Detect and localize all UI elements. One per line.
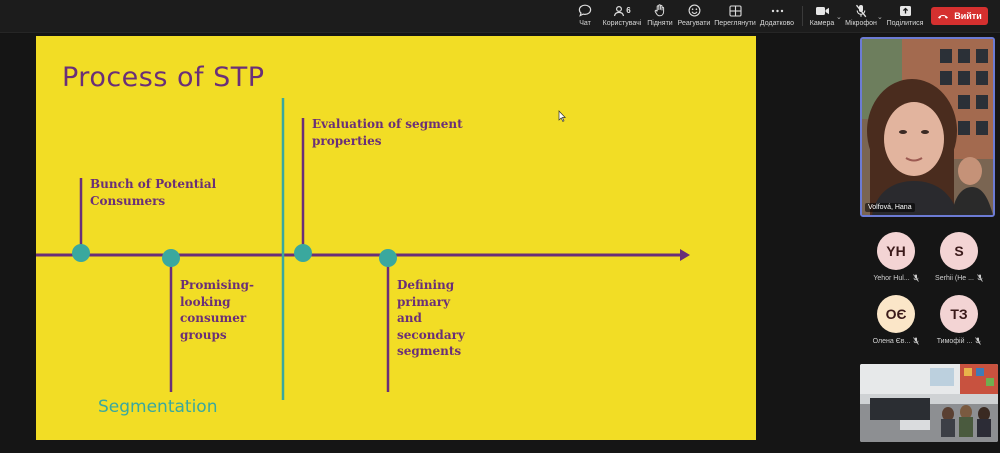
timeline-arrowhead: [680, 249, 690, 261]
label-line: Defining: [397, 278, 455, 292]
label-defining-segments: Defining primary and secondary segments: [397, 277, 465, 360]
mouse-cursor-icon: [558, 110, 566, 122]
camera-label: Камера: [809, 20, 835, 27]
classroom-video-frame: [860, 364, 998, 442]
toolbar-divider: [802, 6, 803, 26]
leave-button[interactable]: Вийти: [931, 7, 988, 25]
participants-panel: Volfová, Hana YH Yehor Hul... S Serhii (…: [850, 34, 1000, 453]
avatar: ОЄ: [877, 295, 915, 333]
participant-tile[interactable]: ТЗ Тимофій ...: [928, 295, 990, 353]
smile-icon: [688, 2, 701, 19]
more-label: Додатково: [759, 20, 795, 27]
label-bunch-of-potential-consumers: Bunch of Potential Consumers: [90, 176, 216, 209]
participant-name-row: Yehor Hul...: [865, 274, 927, 282]
chat-button[interactable]: Чат: [573, 2, 597, 32]
microphone-label: Мікрофон: [845, 20, 877, 27]
camera-button[interactable]: Камера: [808, 2, 836, 32]
participant-name-row: Тимофій ...: [928, 337, 990, 345]
label-line: Promising-: [180, 278, 255, 292]
classroom-video[interactable]: [860, 364, 998, 442]
react-button[interactable]: Реагувати: [677, 2, 711, 32]
participants-count: 6: [626, 6, 631, 15]
microphone-button[interactable]: Мікрофон: [845, 2, 877, 32]
label-line: groups: [180, 327, 227, 342]
participant-name-row: Олена Єв...: [865, 337, 927, 345]
share-screen-icon: [899, 2, 912, 19]
participant-tile[interactable]: ОЄ Олена Єв...: [865, 295, 927, 353]
label-line: Consumers: [90, 193, 166, 208]
view-label: Переглянути: [714, 20, 756, 27]
label-evaluation-of-segment-properties: Evaluation of segment properties: [312, 116, 463, 149]
milestone-dot-bunch: [72, 244, 90, 262]
meeting-toolbar: Чат 6 Користувачі Підняти Реагувати Пере…: [0, 0, 1000, 33]
chat-label: Чат: [579, 20, 591, 27]
participant-name: Олена Єв...: [872, 337, 911, 345]
participant-name: Serhii (He ...: [935, 274, 974, 282]
label-line: Evaluation of segment: [312, 117, 463, 131]
avatar: YH: [877, 232, 915, 270]
participant-name: Тимофій ...: [936, 337, 973, 345]
participant-name: Yehor Hul...: [873, 274, 910, 282]
dots-icon: [771, 2, 784, 19]
milestone-dot-evaluation: [294, 244, 312, 262]
milestone-dot-promising: [162, 249, 180, 267]
label-line: properties: [312, 133, 382, 148]
active-speaker-video[interactable]: Volfová, Hana: [860, 37, 995, 217]
participants-button[interactable]: 6 Користувачі: [601, 2, 643, 32]
people-icon: [614, 5, 625, 16]
leave-label: Вийти: [954, 11, 982, 21]
milestone-dot-defining: [379, 249, 397, 267]
raise-hand-label: Підняти: [647, 20, 673, 27]
participant-tile[interactable]: YH Yehor Hul...: [865, 232, 927, 290]
shared-screen: Process of STP Bunch of Potential Consum…: [0, 34, 850, 453]
label-line: Bunch of Potential: [90, 177, 217, 191]
label-line: secondary: [397, 327, 465, 342]
video-camera-icon: [815, 2, 830, 19]
mic-muted-icon: [913, 337, 920, 345]
microphone-off-icon: [855, 2, 867, 19]
view-button[interactable]: Переглянути: [714, 2, 756, 32]
share-label: Поділитися: [886, 20, 924, 27]
phone-hangup-icon: [938, 15, 949, 19]
participants-label: Користувачі: [602, 20, 642, 27]
speaker-video-frame: [862, 39, 993, 215]
participant-name-row: Serhii (He ...: [928, 274, 990, 282]
label-line: consumer: [180, 311, 247, 325]
participant-tile[interactable]: S Serhii (He ...: [928, 232, 990, 290]
speaker-name-tag: Volfová, Hana: [865, 203, 915, 212]
more-button[interactable]: Додатково: [758, 2, 796, 32]
react-label: Реагувати: [677, 20, 711, 27]
label-line: and: [397, 311, 422, 325]
share-button[interactable]: Поділитися: [886, 2, 924, 32]
label-promising-consumer-groups: Promising- looking consumer groups: [180, 277, 254, 343]
label-line: segments: [397, 344, 462, 358]
hand-icon: [654, 2, 666, 19]
raise-hand-button[interactable]: Підняти: [646, 2, 674, 32]
segmentation-phase-label: Segmentation: [98, 397, 218, 417]
grid-icon: [728, 2, 742, 19]
avatar: ТЗ: [940, 295, 978, 333]
microphone-options-chevron-icon[interactable]: ⌄: [877, 13, 883, 21]
label-line: primary: [397, 294, 451, 309]
chat-bubble-icon: [578, 2, 592, 19]
presentation-slide: Process of STP Bunch of Potential Consum…: [36, 36, 756, 440]
stp-timeline: [36, 98, 690, 400]
camera-options-chevron-icon[interactable]: ⌄: [836, 13, 842, 21]
label-line: looking: [180, 294, 231, 309]
avatar: S: [940, 232, 978, 270]
mic-muted-icon: [975, 337, 982, 345]
mic-muted-icon: [912, 274, 919, 282]
mic-muted-icon: [977, 274, 983, 282]
